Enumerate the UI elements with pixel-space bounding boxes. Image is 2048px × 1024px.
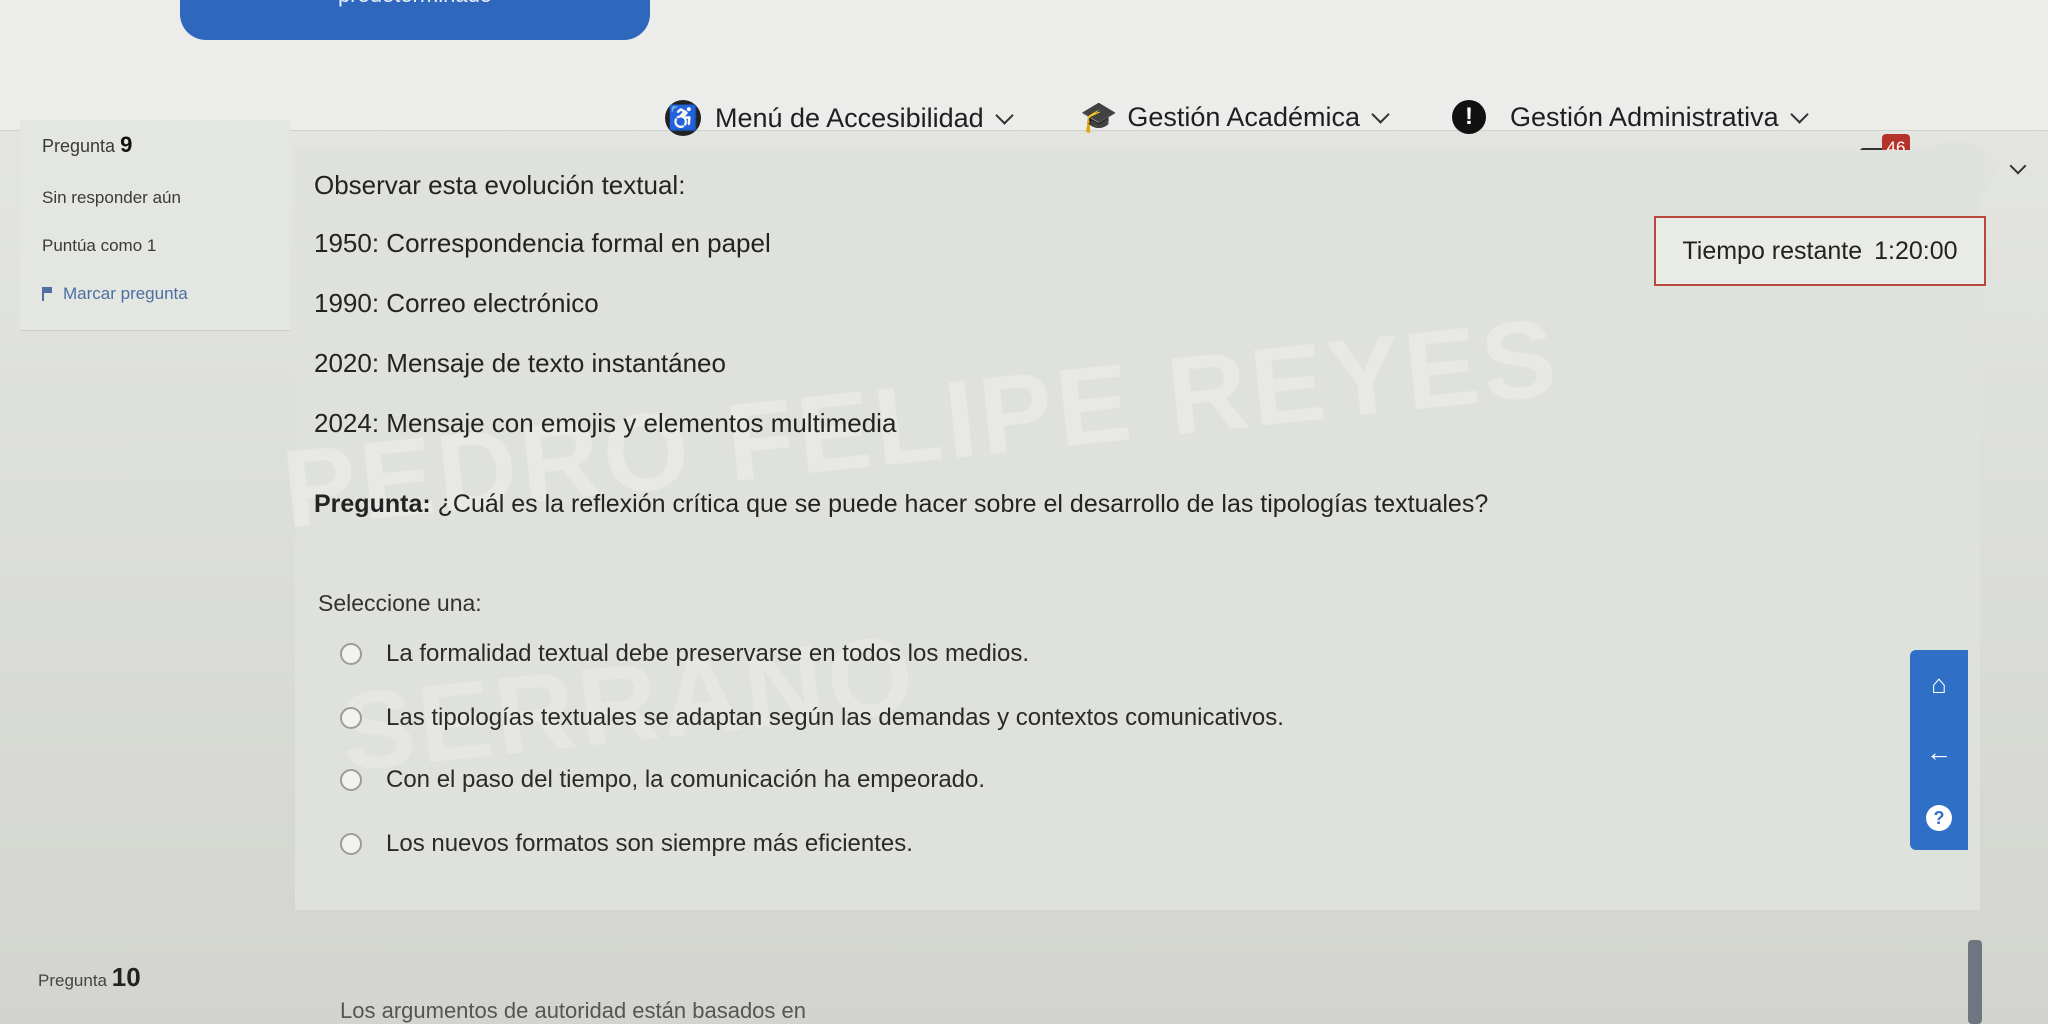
- flag-question-link[interactable]: Marcar pregunta: [42, 284, 188, 304]
- radio-button[interactable]: [340, 769, 362, 791]
- timer-value: 1:20:00: [1874, 236, 1958, 265]
- answer-option[interactable]: Con el paso del tiempo, la comunicación …: [340, 766, 985, 794]
- academic-menu[interactable]: 🎓 Gestión Académica: [1080, 100, 1390, 135]
- accessibility-menu[interactable]: ♿ Menú de Accesibilidad: [665, 100, 1014, 136]
- answer-option[interactable]: La formalidad textual debe preservarse e…: [340, 640, 1029, 668]
- timeline-item: 1990: Correo electrónico: [314, 288, 599, 318]
- accessibility-icon: ♿: [665, 100, 701, 136]
- timeline-item: 1950: Correspondencia formal en papel: [314, 228, 771, 258]
- next-question-number: Pregunta 10: [38, 962, 141, 992]
- flag-icon: [42, 287, 53, 301]
- question-number: Pregunta 9: [42, 132, 133, 157]
- next-question-preview: Los argumentos de autoridad están basado…: [340, 998, 806, 1023]
- question-status: Sin responder aún: [42, 188, 181, 207]
- answer-option[interactable]: Las tipologías textuales se adaptan segú…: [340, 704, 1284, 732]
- timeline-item: 2024: Mensaje con emojis y elementos mul…: [314, 408, 897, 438]
- scrollbar-thumb[interactable]: [1968, 940, 1982, 1024]
- chevron-down-icon[interactable]: [2009, 157, 2027, 175]
- radio-button[interactable]: [340, 643, 362, 665]
- question-score: Puntúa como 1: [42, 236, 157, 255]
- answer-option[interactable]: Los nuevos formatos son siempre más efic…: [340, 830, 913, 858]
- question-prompt: Pregunta: ¿Cuál es la reflexión crítica …: [314, 490, 1489, 518]
- radio-button[interactable]: [340, 707, 362, 729]
- timer-label: Tiempo restante: [1682, 236, 1863, 265]
- question-info-box: Pregunta 9 Sin responder aún Puntúa como…: [20, 120, 290, 331]
- home-icon[interactable]: ⌂: [1931, 669, 1947, 700]
- timer-box: Tiempo restante 1:20:00: [1654, 216, 1986, 286]
- select-label: Seleccione una:: [318, 590, 482, 616]
- timeline-item: 2020: Mensaje de texto instantáneo: [314, 348, 726, 378]
- top-navbar: predeterminado ♿ Menú de Accesibilidad 🎓…: [0, 0, 2048, 136]
- help-icon[interactable]: ?: [1926, 805, 1952, 832]
- graduation-cap-icon: 🎓: [1080, 101, 1118, 134]
- top-banner[interactable]: predeterminado: [180, 0, 650, 40]
- side-navigation: ⌂ ← ?: [1910, 650, 1968, 850]
- accessibility-menu-label: Menú de Accesibilidad: [715, 102, 984, 133]
- arrow-left-icon[interactable]: ←: [1926, 737, 1952, 768]
- admin-menu-label: Gestión Administrativa: [1510, 101, 1779, 132]
- exclamation-icon: !: [1452, 100, 1486, 134]
- radio-button[interactable]: [340, 833, 362, 855]
- academic-menu-label: Gestión Académica: [1127, 102, 1360, 132]
- question-intro: Observar esta evolución textual:: [314, 170, 686, 200]
- admin-menu[interactable]: ! Gestión Administrativa: [1452, 100, 1809, 134]
- chevron-down-icon: [1371, 105, 1390, 124]
- chevron-down-icon: [1789, 104, 1809, 124]
- chevron-down-icon: [994, 105, 1014, 125]
